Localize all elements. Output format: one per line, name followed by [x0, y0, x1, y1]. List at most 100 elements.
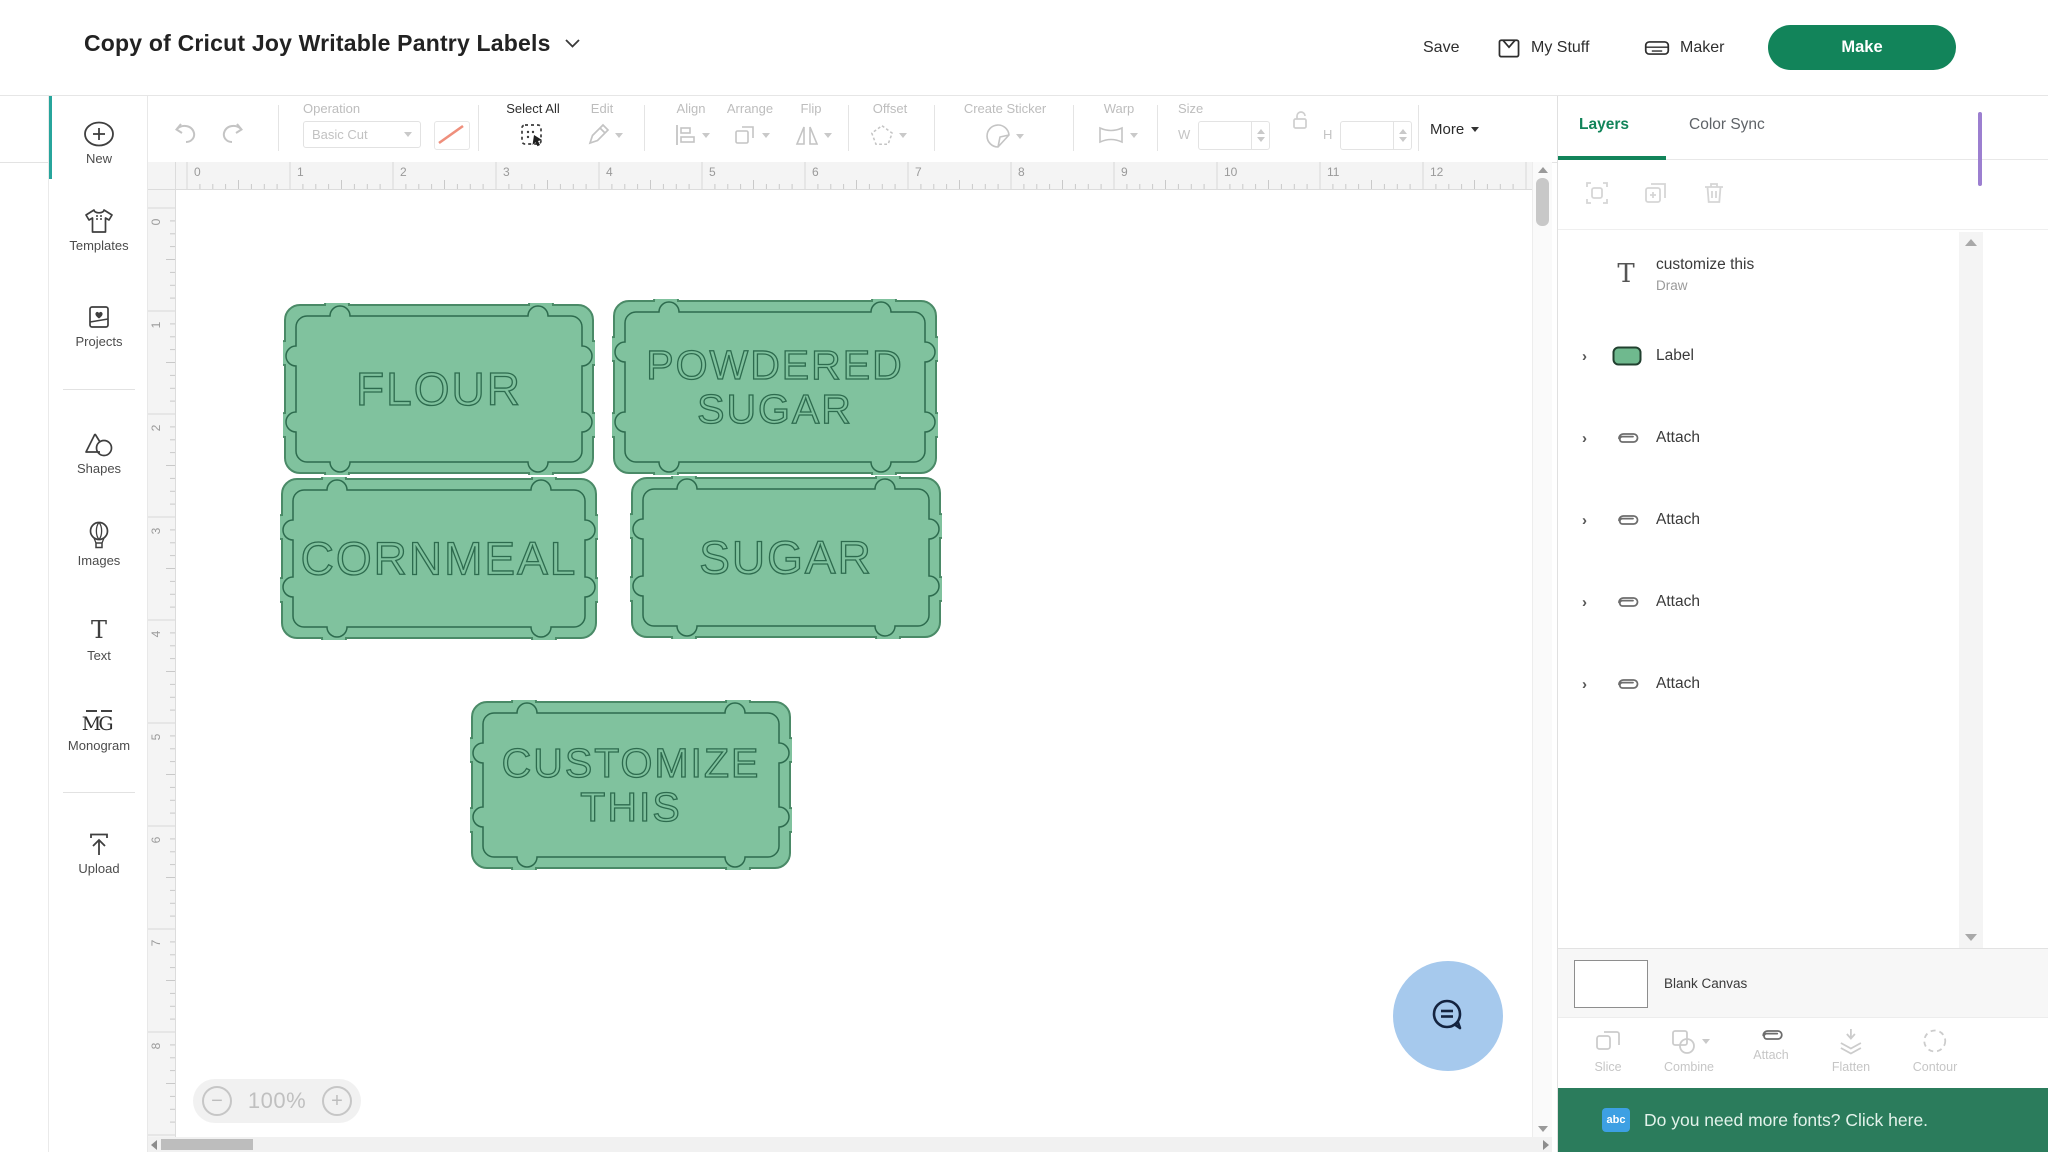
sidebar-item-images[interactable]: Images: [49, 520, 149, 568]
chevron-down-icon[interactable]: [565, 39, 580, 48]
pantry-label-flour[interactable]: FLOUR: [283, 303, 595, 475]
sidebar-item-text[interactable]: TText: [49, 617, 149, 663]
svg-text:12: 12: [1430, 165, 1444, 179]
create-sticker-button[interactable]: [984, 122, 1024, 150]
chevron-right-icon[interactable]: ›: [1582, 348, 1612, 365]
contour-button[interactable]: Contour: [1913, 1026, 1957, 1074]
svg-text:T: T: [1617, 259, 1635, 289]
chat-button[interactable]: [1393, 961, 1503, 1071]
pantry-label-customize-this[interactable]: CUSTOMIZETHIS: [470, 700, 792, 870]
machine-select-button[interactable]: Maker: [1643, 0, 1724, 95]
save-button[interactable]: Save: [1423, 0, 1459, 95]
sidebar-item-shapes[interactable]: Shapes: [49, 430, 149, 476]
scrollbar-thumb[interactable]: [161, 1139, 253, 1150]
horizontal-ruler: 012345678910111213: [176, 162, 1532, 190]
save-label: Save: [1423, 39, 1459, 57]
sidebar-item-upload[interactable]: Upload: [49, 830, 149, 876]
layer-row-label[interactable]: › Label: [1558, 320, 1958, 392]
layer-row-attach[interactable]: ›Attach: [1558, 648, 1958, 720]
pantry-label-sugar[interactable]: SUGAR: [630, 476, 942, 639]
monogram-icon: MG: [49, 707, 149, 735]
tab-color-sync[interactable]: Color Sync: [1689, 116, 1765, 134]
my-stuff-button[interactable]: My Stuff: [1496, 0, 1589, 95]
svg-text:0: 0: [149, 218, 163, 225]
height-input[interactable]: [1340, 121, 1412, 150]
select-all-button[interactable]: [519, 122, 547, 150]
align-button[interactable]: [672, 122, 710, 148]
layers-scrollbar[interactable]: [1959, 232, 1983, 948]
slice-icon: [1593, 1026, 1623, 1056]
group-select-icon[interactable]: [1584, 180, 1610, 206]
svg-text:10: 10: [1224, 165, 1238, 179]
blank-canvas-row[interactable]: Blank Canvas: [1558, 948, 2048, 1017]
scroll-down-arrow[interactable]: [1538, 1126, 1548, 1132]
flip-button[interactable]: [794, 122, 832, 148]
scroll-up-arrow[interactable]: [1538, 167, 1548, 173]
scroll-down-arrow[interactable]: [1965, 934, 1977, 941]
lock-open-icon[interactable]: [1288, 108, 1312, 132]
layer-tools-row: [1558, 160, 2048, 230]
scrollbar-thumb[interactable]: [1536, 178, 1549, 226]
width-stepper[interactable]: [1251, 122, 1269, 149]
layer-row-customize-this[interactable]: Tcustomize thisDraw: [1558, 238, 1958, 310]
sidebar-divider: [63, 792, 135, 793]
project-title-wrap[interactable]: Copy of Cricut Joy Writable Pantry Label…: [84, 30, 580, 57]
sidebar-item-projects[interactable]: Projects: [49, 303, 149, 349]
action-label: Combine: [1664, 1060, 1714, 1074]
duplicate-icon[interactable]: [1643, 180, 1669, 206]
svg-text:T: T: [91, 617, 107, 644]
layer-row-attach[interactable]: ›Attach: [1558, 402, 1958, 474]
scroll-left-arrow[interactable]: [151, 1140, 157, 1150]
chevron-right-icon[interactable]: ›: [1582, 676, 1612, 693]
canvas-color-swatch[interactable]: [1574, 960, 1648, 1008]
chevron-right-icon[interactable]: ›: [1582, 512, 1612, 529]
delete-icon[interactable]: [1701, 180, 1727, 206]
more-button[interactable]: More: [1430, 114, 1479, 144]
warp-button[interactable]: [1096, 122, 1138, 148]
chevron-down-icon: [899, 133, 907, 138]
fonts-banner[interactable]: abc Do you need more fonts? Click here.: [1558, 1088, 2048, 1152]
layer-row-attach[interactable]: ›Attach: [1558, 484, 1958, 556]
panel-scrollbar-thumb[interactable]: [1978, 112, 1982, 186]
offset-button[interactable]: [869, 122, 907, 148]
make-button[interactable]: Make: [1768, 25, 1956, 70]
slice-button[interactable]: Slice: [1593, 1026, 1623, 1074]
images-icon: [49, 520, 149, 550]
design-canvas[interactable]: FLOURPOWDEREDSUGARCORNMEALSUGAR CUSTOMIZE…: [176, 190, 1532, 1137]
sidebar-item-monogram[interactable]: MG Monogram: [49, 707, 149, 753]
canvas-vertical-scrollbar[interactable]: [1532, 162, 1552, 1137]
attach-icon: [1612, 511, 1656, 529]
chevron-down-icon: [762, 133, 770, 138]
sidebar-item-new[interactable]: New: [49, 120, 149, 166]
height-stepper[interactable]: [1393, 122, 1411, 149]
zoom-out-button[interactable]: −: [202, 1086, 232, 1116]
pantry-label-powdered-sugar[interactable]: POWDEREDSUGAR: [612, 299, 938, 475]
width-input[interactable]: [1198, 121, 1270, 150]
header-bar: Copy of Cricut Joy Writable Pantry Label…: [0, 0, 2048, 96]
layer-row-attach[interactable]: ›Attach: [1558, 566, 1958, 638]
combine-button[interactable]: Combine: [1664, 1026, 1714, 1074]
chevron-right-icon[interactable]: ›: [1582, 594, 1612, 611]
layer-title: Label: [1656, 347, 1694, 365]
flatten-button[interactable]: Flatten: [1832, 1026, 1870, 1074]
pantry-label-cornmeal[interactable]: CORNMEAL: [280, 477, 598, 640]
undo-icon[interactable]: [172, 122, 200, 146]
svg-text:2: 2: [400, 165, 407, 179]
edit-button[interactable]: [585, 122, 623, 148]
sidebar-divider: [63, 389, 135, 390]
chevron-down-icon: [824, 133, 832, 138]
scroll-up-arrow[interactable]: [1965, 239, 1977, 246]
zoom-in-button[interactable]: +: [322, 1086, 352, 1116]
sidebar-item-label: Monogram: [49, 738, 149, 753]
svg-text:3: 3: [149, 527, 163, 534]
scroll-right-arrow[interactable]: [1543, 1140, 1549, 1150]
canvas-horizontal-scrollbar[interactable]: [148, 1137, 1552, 1152]
operation-select[interactable]: Basic Cut: [303, 121, 421, 148]
color-swatch-button[interactable]: [434, 121, 470, 150]
chevron-right-icon[interactable]: ›: [1582, 430, 1612, 447]
sidebar-item-templates[interactable]: Templates: [49, 207, 149, 253]
arrange-button[interactable]: [732, 122, 770, 148]
attach-button[interactable]: Attach: [1753, 1026, 1788, 1062]
tab-layers[interactable]: Layers: [1579, 116, 1629, 134]
redo-icon[interactable]: [218, 122, 246, 146]
